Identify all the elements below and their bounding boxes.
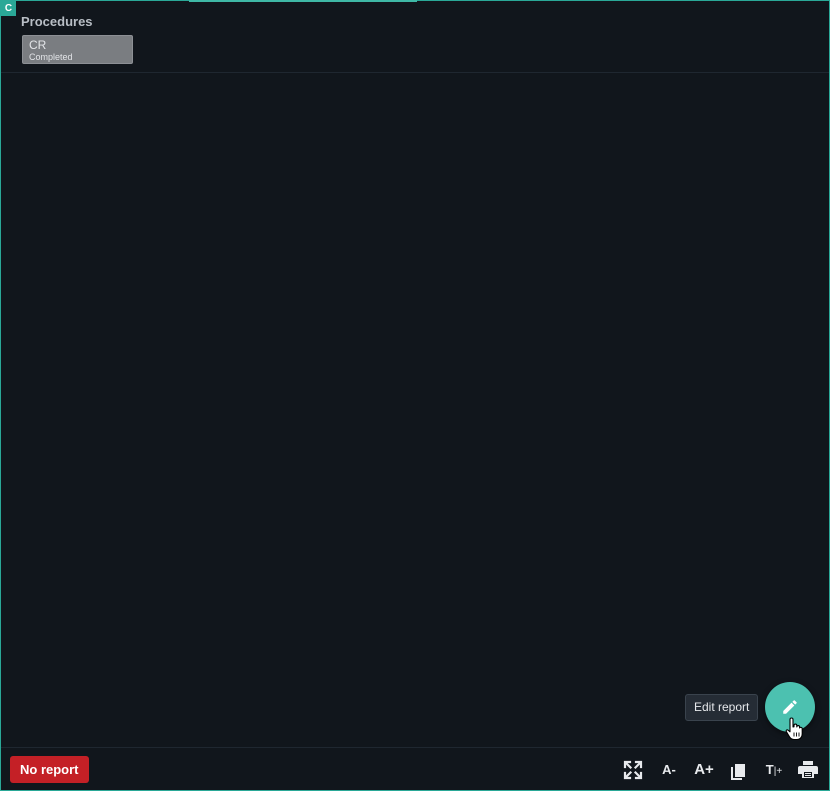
fullscreen-icon: [623, 760, 643, 780]
text-size-icon: T: [765, 762, 774, 777]
font-decrease-button[interactable]: A-: [657, 758, 681, 782]
procedure-chip[interactable]: CR Completed: [22, 35, 133, 64]
panel-badge: C: [1, 1, 16, 16]
page-title: Procedures: [21, 14, 93, 29]
text-size-cursor-icon: |+: [773, 766, 783, 777]
copy-button[interactable]: [727, 758, 751, 782]
procedure-modality: CR: [29, 38, 47, 52]
print-button[interactable]: [796, 758, 820, 782]
font-increase-icon: A+: [694, 761, 714, 778]
no-report-button[interactable]: No report: [10, 756, 89, 783]
font-increase-button[interactable]: A+: [692, 758, 716, 782]
procedure-status: Completed: [29, 52, 73, 62]
font-decrease-icon: A-: [662, 762, 676, 777]
text-size-button[interactable]: T|+: [762, 758, 786, 782]
hand-cursor-icon: [785, 717, 803, 741]
copy-icon: [731, 764, 745, 780]
edit-report-tooltip: Edit report: [685, 694, 759, 721]
procedures-header: C Procedures CR Completed: [1, 1, 829, 73]
print-icon: [798, 761, 818, 778]
report-content-area: [1, 73, 829, 746]
pencil-icon: [783, 700, 797, 714]
fullscreen-button[interactable]: [621, 758, 645, 782]
report-footer-toolbar: No report A- A+ T|+: [1, 747, 829, 791]
report-panel: C Procedures CR Completed Edit report No…: [0, 0, 830, 791]
